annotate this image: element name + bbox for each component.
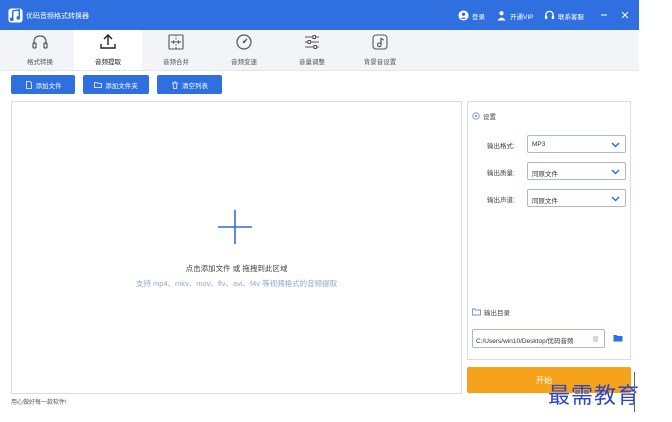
output-path-field[interactable]: C:/Users/win10/Desktop/优码音频 [472, 329, 605, 348]
tab-label: 音频提取 [95, 59, 121, 66]
vip-person-icon [497, 11, 506, 21]
tab-volume-adjust[interactable]: 音量调整 [278, 30, 346, 70]
minimize-button[interactable] [597, 8, 611, 22]
status-text: 用心做好每一款软件! [11, 400, 67, 406]
headset-icon [544, 10, 555, 20]
output-format-row: 输出格式: MP3 [468, 135, 632, 153]
sliders-icon [305, 35, 319, 49]
title-bar: 优码音频格式转换器 登录 开通VIP 联系客服 [0, 0, 639, 30]
headphones-icon [32, 35, 48, 49]
add-plus-icon[interactable] [217, 209, 253, 245]
add-file-button[interactable]: 添加文件 [11, 75, 75, 94]
output-channel-select[interactable]: 同原文件 [527, 189, 626, 207]
add-folder-button[interactable]: 添加文件夹 [83, 75, 149, 94]
open-folder-icon[interactable] [613, 333, 623, 343]
tab-label: 音频合并 [163, 59, 189, 66]
file-icon [25, 80, 32, 89]
output-channel-value: 同原文件 [532, 198, 558, 205]
add-file-label: 添加文件 [35, 82, 62, 90]
vip-button[interactable]: 开通VIP [496, 9, 533, 22]
clear-list-button[interactable]: 清空列表 [157, 75, 222, 94]
output-directory-header: 输出目录 [472, 307, 510, 317]
settings-panel: 设置 输出格式: MP3 输出质量: 同原文件 输出声道: 同原文件 输出目录 … [467, 101, 631, 360]
tab-audio-merge[interactable]: 音频合并 [142, 30, 210, 70]
output-quality-value: 同原文件 [532, 171, 558, 178]
drop-hint-text: 点击添加文件 或 拖拽到此区域 [185, 264, 288, 273]
tab-background-music[interactable]: 背景音设置 [346, 30, 414, 70]
output-quality-row: 输出质量: 同原文件 [468, 162, 632, 180]
close-icon [621, 11, 629, 19]
settings-header: 设置 [472, 111, 496, 121]
output-format-select[interactable]: MP3 [527, 135, 626, 153]
settings-title: 设置 [483, 114, 496, 121]
support-button[interactable]: 联系客服 [544, 9, 584, 22]
upload-icon [100, 34, 116, 49]
minimize-icon [601, 14, 607, 16]
tab-audio-extract[interactable]: 音频提取 [74, 30, 142, 70]
music-note-icon [372, 34, 388, 50]
gear-icon [472, 112, 480, 120]
output-format-label: 输出格式: [487, 143, 515, 150]
output-format-value: MP3 [532, 141, 546, 148]
list-menu-icon[interactable] [592, 335, 599, 343]
folder-icon [94, 81, 103, 88]
login-label: 登录 [472, 13, 485, 21]
action-bar: 添加文件 添加文件夹 清空列表 [0, 71, 639, 99]
tab-label: 音量调整 [299, 59, 325, 66]
output-channel-row: 输出声道: 同原文件 [468, 189, 632, 207]
chevron-down-icon [611, 169, 620, 175]
supported-formats-text: 支持 mp4、mkv、mov、flv、avi、f4v 等视频格式的音频提取 [135, 279, 338, 288]
tab-label: 格式转换 [27, 59, 53, 66]
clear-list-label: 清空列表 [182, 82, 208, 90]
tab-label: 背景音设置 [363, 59, 397, 66]
chevron-down-icon [611, 196, 620, 202]
output-channel-label: 输出声道: [487, 197, 515, 204]
trash-icon [172, 81, 178, 89]
login-button[interactable]: 登录 [458, 9, 485, 22]
output-quality-label: 输出质量: [487, 170, 515, 177]
feature-toolbar: 格式转换 音频提取 音频合并 音频变速 音量调整 背景音设置 [0, 30, 639, 71]
app-title: 优码音频格式转换器 [26, 13, 89, 20]
user-icon [458, 10, 469, 21]
folder-outline-icon [472, 308, 481, 316]
support-label: 联系客服 [558, 13, 584, 21]
merge-icon [168, 34, 184, 50]
output-quality-select[interactable]: 同原文件 [527, 162, 626, 180]
speed-dial-icon [236, 34, 252, 50]
output-path-value: C:/Users/win10/Desktop/优码音频 [476, 338, 574, 345]
add-folder-label: 添加文件夹 [105, 82, 138, 90]
vip-label: 开通VIP [510, 13, 534, 21]
file-drop-zone[interactable]: 点击添加文件 或 拖拽到此区域 支持 mp4、mkv、mov、flv、avi、f… [11, 101, 462, 394]
chevron-down-icon [611, 142, 620, 148]
close-button[interactable] [618, 8, 632, 22]
tab-audio-speed[interactable]: 音频变速 [210, 30, 278, 70]
tab-format-convert[interactable]: 格式转换 [6, 30, 74, 70]
status-bar: 用心做好每一款软件! [0, 396, 639, 408]
tab-label: 音频变速 [231, 59, 257, 66]
output-directory-title: 输出目录 [484, 310, 510, 317]
divider-line [634, 372, 635, 412]
app-logo-icon [8, 8, 23, 23]
